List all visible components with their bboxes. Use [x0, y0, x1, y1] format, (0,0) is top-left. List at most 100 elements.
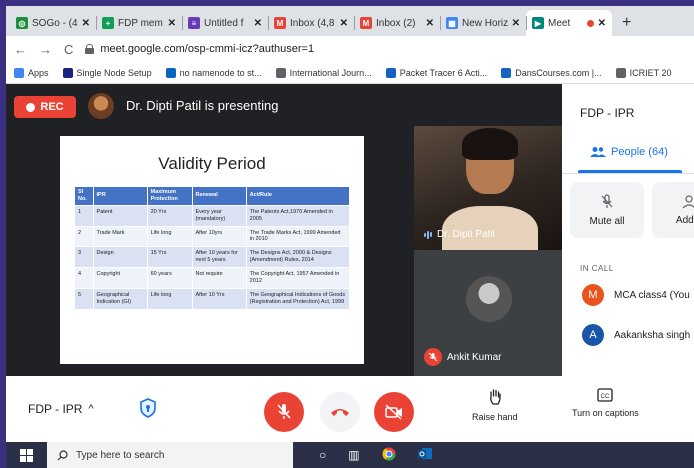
bookmark-favicon-icon: [62, 67, 73, 78]
chrome-taskbar-icon[interactable]: [382, 447, 396, 464]
windows-start-icon[interactable]: [20, 448, 33, 462]
table-row: 1 Patent 20 Yrs Every year (mandatory) The P…: [74, 204, 351, 227]
tile-name-label: Ankit Kumar: [424, 348, 501, 366]
add-people-label: Add p: [675, 214, 694, 226]
presentation-slide: Validity Period Sl No. IPR Maximum Protect…: [60, 136, 364, 364]
meeting-details-panel: FDP - IPR People (64) Mute all Add p IN …: [562, 84, 694, 376]
close-tab-icon[interactable]: ✕: [426, 18, 434, 29]
recording-tab-dot-icon: [586, 19, 594, 27]
reload-icon[interactable]: C: [64, 42, 73, 57]
close-tab-icon[interactable]: ✕: [598, 18, 606, 29]
browser-tab[interactable]: ▦ New Horiz ✕: [440, 10, 526, 36]
mute-all-button[interactable]: Mute all: [570, 182, 644, 238]
table-cell: The Trade Marks Act, 1999 Amended in 201…: [245, 225, 351, 248]
browser-toolbar: ← → C meet.google.com/osp-cmmi-icz?authu…: [6, 36, 694, 62]
windows-taskbar: Type here to search ○ ▥: [6, 442, 694, 468]
address-bar[interactable]: meet.google.com/osp-cmmi-icz?authuser=1: [85, 43, 686, 55]
participant-name: Ankit Kumar: [447, 351, 502, 363]
microphone-toggle-button[interactable]: [264, 392, 304, 432]
table-cell: Not require: [191, 267, 247, 289]
new-tab-button[interactable]: +: [612, 10, 641, 36]
tab-favicon-icon: ≡: [188, 17, 200, 29]
table-cell: After 10yrs: [191, 225, 247, 248]
bookmark-favicon-icon: [385, 67, 396, 78]
bookmark-item[interactable]: Packet Tracer 6 Acti...: [385, 67, 487, 78]
table-cell: 3: [74, 246, 94, 268]
mic-off-icon: [424, 348, 442, 366]
table-cell: 4: [74, 267, 94, 289]
participant-avatar: [466, 276, 512, 322]
camera-toggle-button[interactable]: [374, 392, 414, 432]
close-tab-icon[interactable]: ✕: [168, 18, 176, 29]
close-tab-icon[interactable]: ✕: [254, 18, 262, 29]
tab-favicon-icon: +: [102, 17, 114, 29]
meeting-details-button[interactable]: FDP - IPR ^: [28, 402, 94, 416]
browser-tab[interactable]: ▶ Meet ✕: [526, 10, 612, 36]
participant-tile[interactable]: Ankit Kumar: [414, 250, 562, 376]
chevron-up-icon: ^: [88, 403, 94, 415]
bookmark-favicon-icon: [165, 67, 176, 78]
table-header-row: Sl No. IPR Maximum Protection Renewal Act/Ru…: [74, 186, 351, 206]
mute-all-label: Mute all: [589, 215, 625, 227]
bookmark-item[interactable]: International Journ...: [275, 67, 372, 78]
browser-tab[interactable]: ≡ Untitled f ✕: [182, 10, 268, 36]
bookmark-item[interactable]: Apps: [14, 67, 49, 78]
browser-tab[interactable]: M Inbox (4,8 ✕: [268, 10, 354, 36]
presenting-status: Dr. Dipti Patil is presenting: [126, 98, 279, 113]
browser-tab[interactable]: M Inbox (2) ✕: [354, 10, 440, 36]
cortana-icon[interactable]: ○: [319, 448, 326, 462]
bookmark-label: Single Node Setup: [76, 67, 152, 78]
bookmarks-bar: Apps Single Node Setup no namenode to st..…: [6, 62, 694, 84]
table-cell: 60 years: [146, 267, 193, 289]
close-tab-icon[interactable]: ✕: [340, 18, 348, 29]
bookmark-label: no namenode to st...: [179, 67, 262, 78]
close-tab-icon[interactable]: ✕: [82, 18, 90, 29]
tab-favicon-icon: ▶: [532, 17, 544, 29]
table-cell: Copyright: [92, 267, 148, 289]
table-cell: Geographical Indication (GI): [92, 287, 148, 310]
task-view-icon[interactable]: ▥: [348, 448, 359, 462]
mic-off-icon: [601, 193, 613, 208]
search-icon: [57, 449, 68, 460]
captions-button[interactable]: CC Turn on captions: [572, 388, 639, 418]
participant-list-item[interactable]: A Aakanksha singh: [582, 324, 690, 346]
table-cell: 20 Yrs: [146, 204, 193, 227]
people-tab-label: People (64): [611, 146, 668, 158]
outlook-taskbar-icon[interactable]: [417, 447, 432, 463]
participant-tile-speaker[interactable]: Dr. Dipti Patil: [414, 126, 562, 250]
tab-title: Inbox (2): [376, 17, 416, 29]
camera-off-icon: [385, 404, 402, 420]
host-controls-shield-icon[interactable]: [138, 398, 158, 418]
validity-table: Sl No. IPR Maximum Protection Renewal Act/Ru…: [74, 186, 351, 310]
panel-divider: [562, 173, 694, 174]
bookmark-item[interactable]: no namenode to st...: [165, 67, 262, 78]
tab-title: FDP mem: [118, 17, 163, 29]
browser-tab[interactable]: ◎ SOGo - (4 ✕: [10, 10, 96, 36]
people-icon: [590, 147, 606, 157]
bookmark-item[interactable]: DansCourses.com |...: [501, 67, 602, 78]
table-cell: 1: [74, 204, 94, 227]
tab-people[interactable]: People (64): [590, 146, 668, 158]
bookmark-item[interactable]: ICRIET 20: [615, 67, 672, 78]
browser-tab[interactable]: + FDP mem ✕: [96, 10, 182, 36]
participant-list-item[interactable]: M MCA class4 (You: [582, 284, 690, 306]
table-cell: 2: [74, 225, 94, 248]
tab-title: New Horiz: [462, 17, 508, 29]
add-people-button[interactable]: Add p: [652, 182, 694, 238]
close-tab-icon[interactable]: ✕: [512, 18, 520, 29]
bookmark-item[interactable]: Single Node Setup: [62, 67, 152, 78]
leave-call-button[interactable]: [320, 392, 360, 432]
tab-favicon-icon: M: [274, 17, 286, 29]
forward-icon[interactable]: →: [39, 42, 52, 57]
bookmark-label: ICRIET 20: [629, 67, 672, 78]
raise-hand-button[interactable]: Raise hand: [472, 388, 518, 422]
back-icon[interactable]: ←: [14, 42, 27, 57]
slide-title: Validity Period: [158, 154, 266, 173]
table-header-cell: Act/Rule: [245, 186, 351, 206]
tab-favicon-icon: M: [360, 17, 372, 29]
table-header-cell: Sl No.: [74, 186, 94, 206]
table-cell: After 10 years for next 5 years: [191, 246, 247, 268]
bookmark-favicon-icon: [615, 67, 626, 78]
taskbar-search-input[interactable]: Type here to search: [47, 442, 293, 468]
table-cell: After 10 Yrs: [191, 287, 247, 310]
